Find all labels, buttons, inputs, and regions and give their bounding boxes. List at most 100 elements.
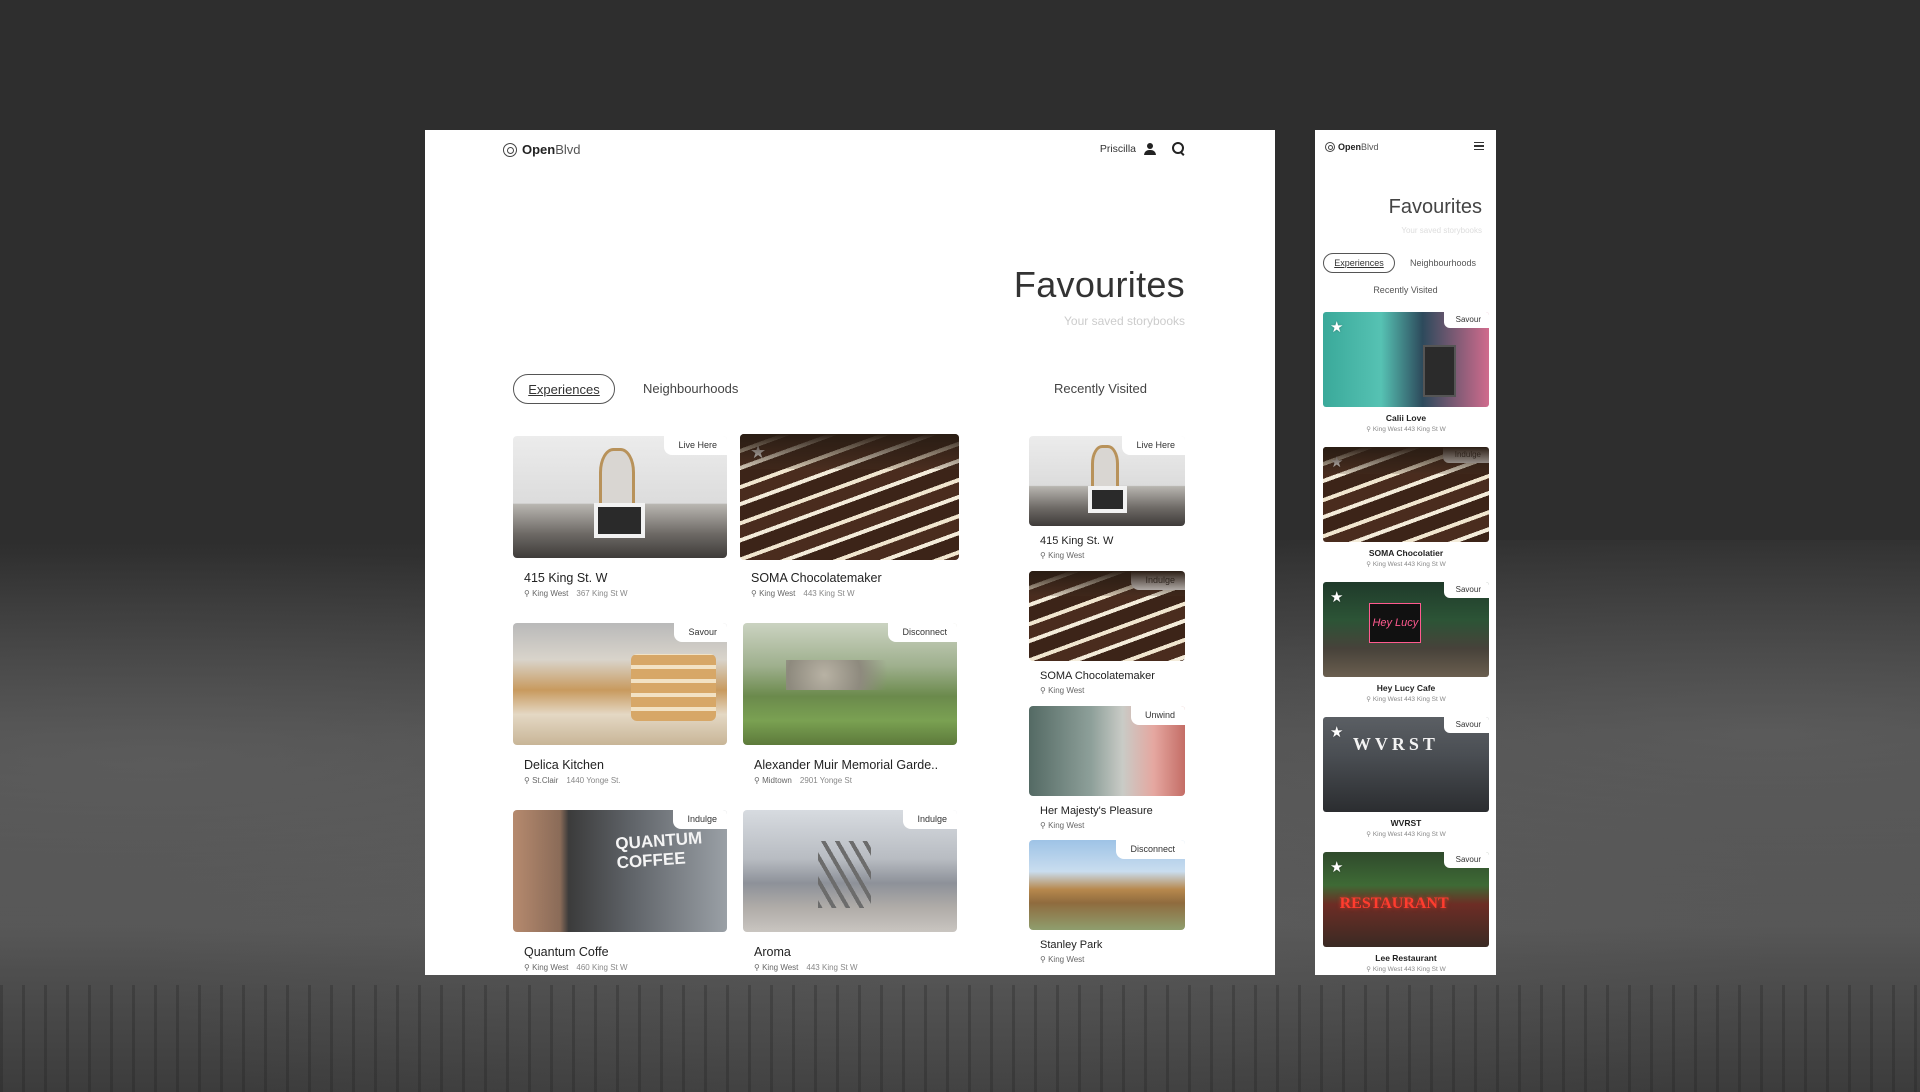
category-tag: Savour <box>1443 717 1489 733</box>
tab-recently-visited[interactable]: Recently Visited <box>1315 285 1496 295</box>
card-image: Live Here <box>513 436 727 558</box>
favourite-card[interactable]: ★ SOMA Chocolatemaker King West 443 King … <box>740 434 959 598</box>
card-image: ★ Savour <box>1323 312 1489 407</box>
star-icon[interactable]: ★ <box>1330 858 1343 876</box>
recent-card[interactable]: Live Here 415 King St. W King West <box>1029 436 1185 560</box>
card-meta: King West 443 King St W <box>1323 830 1489 838</box>
card-address: 443 King St W <box>1404 831 1446 838</box>
nav-right: Priscilla <box>1100 142 1185 155</box>
card-image: Indulge <box>1029 571 1185 661</box>
card-neighbourhood: King West <box>751 589 795 598</box>
tab-neighbourhoods[interactable]: Neighbourhoods <box>1410 258 1476 268</box>
category-tag: Indulge <box>673 810 727 829</box>
card-image: ★ Savour <box>1323 852 1489 947</box>
card-meta: Midtown 2901 Yonge St <box>754 776 957 785</box>
card-image: Savour <box>513 623 727 745</box>
search-icon[interactable] <box>1172 142 1185 155</box>
brand-name-part2: Blvd <box>555 142 581 157</box>
card-title: Alexander Muir Memorial Garde.. <box>754 758 939 772</box>
card-neighbourhood: King West <box>1040 686 1185 695</box>
card-title: Aroma <box>754 945 791 959</box>
card-neighbourhood: King West <box>1366 426 1402 433</box>
favourite-card[interactable]: Live Here 415 King St. W King West 367 Ki… <box>513 436 727 598</box>
card-title: Stanley Park <box>1040 939 1103 951</box>
card-title: SOMA Chocolatemaker <box>751 571 882 585</box>
favourite-card[interactable]: ★ Savour Lee Restaurant King West 443 Ki… <box>1323 852 1489 973</box>
card-neighbourhood: King West <box>754 963 798 972</box>
favourite-card[interactable]: Indulge Quantum Coffe King West 460 King … <box>513 810 727 972</box>
card-title: WVRST <box>1390 818 1422 828</box>
card-neighbourhood: King West <box>524 589 568 598</box>
category-tag: Savour <box>1443 312 1489 328</box>
card-image: Live Here <box>1029 436 1185 526</box>
tab-neighbourhoods[interactable]: Neighbourhoods <box>643 381 738 396</box>
card-address: 443 King St W <box>1404 561 1446 568</box>
card-address: 367 King St W <box>576 589 628 598</box>
card-meta: King West 443 King St W <box>1323 965 1489 973</box>
recently-visited-heading: Recently Visited <box>1054 381 1147 396</box>
page-subtitle: Your saved storybooks <box>1401 226 1482 235</box>
card-neighbourhood: King West <box>1040 551 1185 560</box>
card-neighbourhood: King West <box>1040 955 1185 964</box>
card-address: 460 King St W <box>576 963 628 972</box>
card-image: ★ Savour <box>1323 717 1489 812</box>
star-icon[interactable]: ★ <box>750 442 766 463</box>
category-tag: Unwind <box>1130 706 1185 725</box>
card-image: Unwind <box>1029 706 1185 796</box>
card-meta: King West 443 King St W <box>1323 695 1489 703</box>
favourite-card[interactable]: Savour Delica Kitchen St.Clair 1440 Yonge… <box>513 623 727 785</box>
star-icon[interactable]: ★ <box>1330 453 1343 471</box>
star-icon[interactable]: ★ <box>1330 723 1343 741</box>
user-name[interactable]: Priscilla <box>1100 143 1136 155</box>
category-tag: Savour <box>1443 852 1489 868</box>
card-image: Disconnect <box>743 623 957 745</box>
card-meta: King West 443 King St W <box>751 589 959 598</box>
hamburger-icon[interactable] <box>1474 142 1484 150</box>
favourite-card[interactable]: Disconnect Alexander Muir Memorial Garde… <box>743 623 957 785</box>
card-address: 443 King St W <box>806 963 858 972</box>
card-title: 415 King St. W <box>524 571 608 585</box>
recent-card[interactable]: Indulge SOMA Chocolatemaker King West <box>1029 571 1185 695</box>
background-fence <box>0 985 1920 1092</box>
favourite-card[interactable]: Indulge Aroma King West 443 King St W <box>743 810 957 972</box>
favourite-card[interactable]: ★ Savour WVRST King West 443 King St W <box>1323 717 1489 838</box>
card-image: ★ Indulge <box>1323 447 1489 542</box>
card-image: Disconnect <box>1029 840 1185 930</box>
openblvd-logo-icon <box>1325 142 1335 152</box>
brand-logo[interactable]: Open Blvd <box>1325 142 1379 152</box>
brand-logo[interactable]: Open Blvd <box>503 142 581 157</box>
recent-card[interactable]: Disconnect Stanley Park King West <box>1029 840 1185 964</box>
card-neighbourhood: King West <box>1040 821 1185 830</box>
card-title: 415 King St. W <box>1040 535 1114 547</box>
favourite-card[interactable]: ★ Indulge SOMA Chocolatier King West 443… <box>1323 447 1489 568</box>
card-neighbourhood: King West <box>524 963 568 972</box>
card-image: ★ Savour <box>1323 582 1489 677</box>
brand-name-part2: Blvd <box>1361 142 1379 152</box>
user-icon[interactable] <box>1144 142 1156 155</box>
card-address: 443 King St W <box>803 589 855 598</box>
favourite-card[interactable]: ★ Savour Hey Lucy Cafe King West 443 Kin… <box>1323 582 1489 703</box>
card-neighbourhood: King West <box>1366 966 1402 973</box>
category-tag: Indulge <box>1131 571 1185 590</box>
category-tag: Savour <box>1443 582 1489 598</box>
star-icon[interactable]: ★ <box>1330 588 1343 606</box>
card-title: Lee Restaurant <box>1375 953 1437 963</box>
card-neighbourhood: King West <box>1366 561 1402 568</box>
card-title: Hey Lucy Cafe <box>1376 683 1436 693</box>
category-tag: Live Here <box>1122 436 1185 455</box>
desktop-favourites-panel: Open Blvd Priscilla Favourites Your saved… <box>425 130 1275 975</box>
card-title: Her Majesty's Pleasure <box>1040 805 1153 817</box>
favourite-card[interactable]: ★ Savour Calii Love King West 443 King S… <box>1323 312 1489 433</box>
category-tag: Disconnect <box>1116 840 1185 859</box>
star-icon[interactable]: ★ <box>1330 318 1343 336</box>
card-meta: King West 443 King St W <box>754 963 957 972</box>
tab-experiences[interactable]: Experiences <box>1323 253 1395 273</box>
card-image: Indulge <box>513 810 727 932</box>
card-meta: King West 443 King St W <box>1323 425 1489 433</box>
tab-experiences[interactable]: Experiences <box>513 374 615 404</box>
desktop-nav: Open Blvd Priscilla <box>425 130 1275 170</box>
card-title: Delica Kitchen <box>524 758 604 772</box>
card-address: 443 King St W <box>1404 696 1446 703</box>
card-meta: King West 367 King St W <box>524 589 727 598</box>
recent-card[interactable]: Unwind Her Majesty's Pleasure King West <box>1029 706 1185 830</box>
